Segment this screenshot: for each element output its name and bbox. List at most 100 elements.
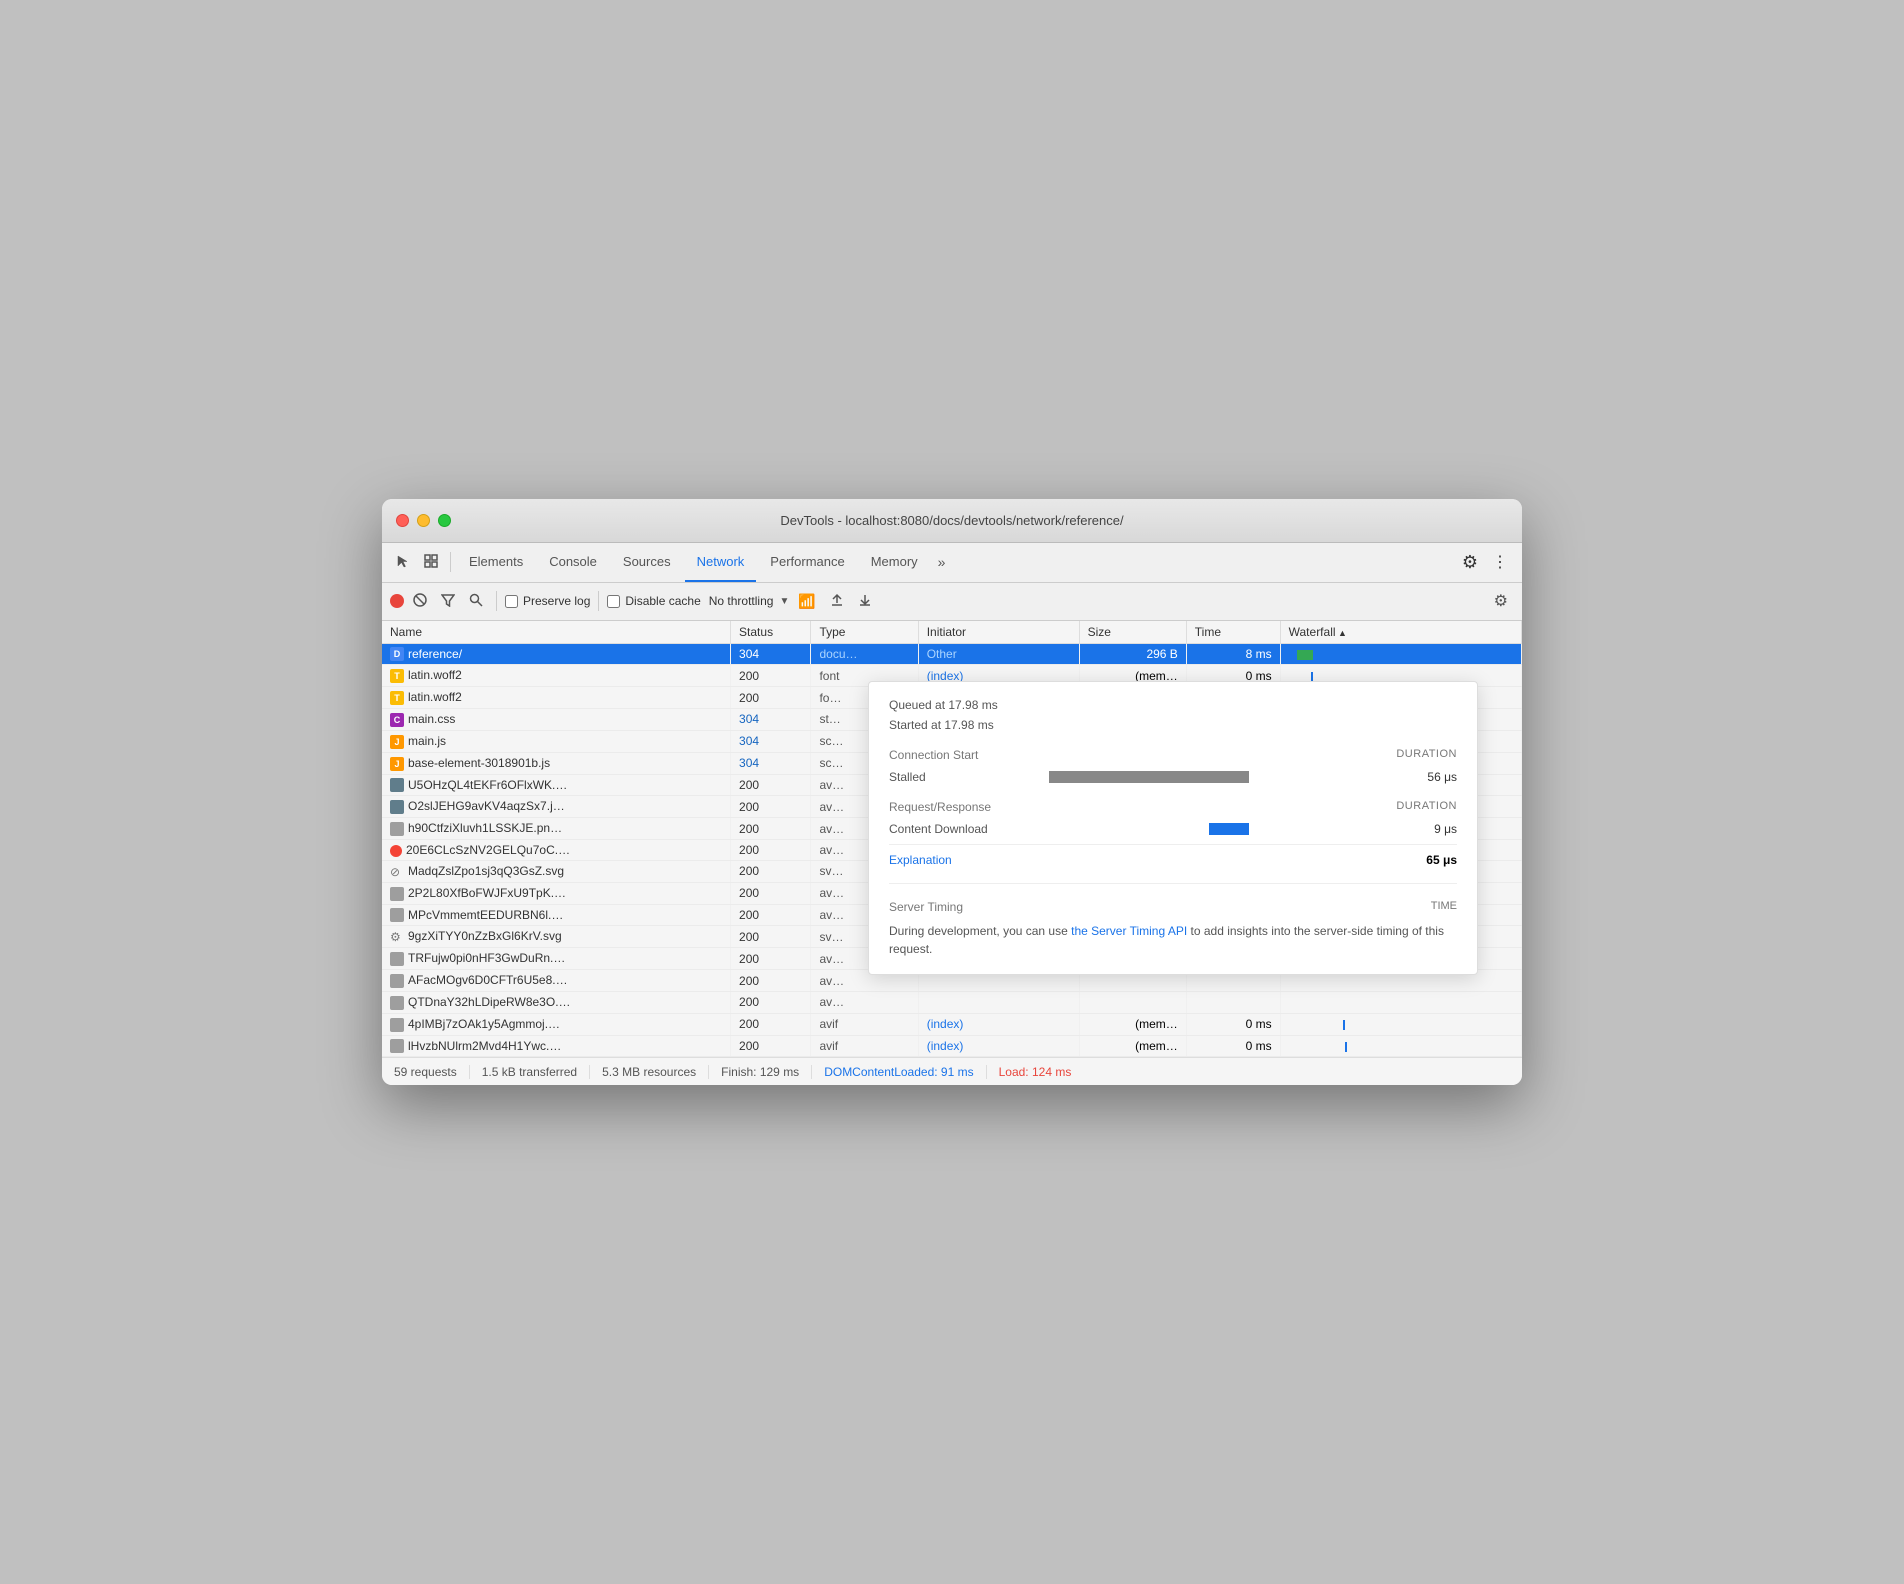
td-name: 2P2L80XfBoFWJFxU9TpK.… — [382, 882, 731, 904]
td-status: 200 — [731, 687, 811, 709]
tab-bar: Elements Console Sources Network Perform… — [382, 543, 1522, 583]
td-size: 296 B — [1079, 643, 1186, 665]
toolbar-separator — [450, 552, 451, 572]
connection-start-header: Connection Start DURATION — [889, 748, 1457, 762]
td-name: Jbase-element-3018901b.js — [382, 752, 731, 774]
filter-button[interactable] — [436, 590, 460, 613]
td-status: 304 — [731, 709, 811, 731]
more-tabs-button[interactable]: » — [932, 550, 952, 574]
file-name: base-element-3018901b.js — [408, 756, 550, 770]
td-status: 200 — [731, 882, 811, 904]
td-status: 200 — [731, 796, 811, 818]
td-name: h90CtfziXluvh1LSSKJE.pn… — [382, 818, 731, 840]
disable-cache-checkbox[interactable] — [607, 595, 620, 608]
cursor-icon[interactable] — [390, 550, 416, 575]
stalled-value: 56 μs — [1397, 770, 1457, 784]
initiator-link[interactable]: (index) — [927, 1017, 964, 1031]
content-download-bar-container — [1049, 823, 1397, 835]
wifi-icon[interactable]: 📶 — [793, 590, 820, 613]
td-name: Tlatin.woff2 — [382, 665, 731, 687]
file-name: latin.woff2 — [408, 690, 462, 704]
explanation-link[interactable]: Explanation — [889, 853, 952, 867]
request-response-duration-label: DURATION — [1396, 800, 1457, 814]
td-waterfall — [1280, 1035, 1521, 1057]
download-icon[interactable] — [853, 590, 877, 613]
col-header-size[interactable]: Size — [1079, 621, 1186, 644]
traffic-lights — [396, 514, 451, 527]
connection-start-title: Connection Start — [889, 748, 978, 762]
td-status: 200 — [731, 861, 811, 883]
col-header-type[interactable]: Type — [811, 621, 918, 644]
td-name: AFacMOgv6D0CFTr6U5e8.… — [382, 970, 731, 992]
td-type: av… — [811, 991, 918, 1013]
upload-icon[interactable] — [825, 590, 849, 613]
network-settings-icon[interactable]: ⚙ — [1488, 588, 1514, 614]
throttle-arrow[interactable]: ▼ — [779, 596, 789, 607]
transferred-size: 1.5 kB transferred — [482, 1065, 590, 1079]
tab-sources[interactable]: Sources — [611, 542, 683, 582]
col-header-status[interactable]: Status — [731, 621, 811, 644]
minimize-button[interactable] — [417, 514, 430, 527]
td-name: TRFujw0pi0nHF3GwDuRn.… — [382, 948, 731, 970]
stalled-bar-container — [1049, 771, 1397, 783]
file-name: MadqZslZpo1sj3qQ3GsZ.svg — [408, 864, 564, 878]
connection-duration-label: DURATION — [1396, 748, 1457, 762]
more-options-icon[interactable]: ⋮ — [1486, 548, 1514, 576]
resources-size: 5.3 MB resources — [602, 1065, 709, 1079]
col-header-time[interactable]: Time — [1186, 621, 1280, 644]
record-button[interactable] — [390, 594, 404, 608]
table-row[interactable]: lHvzbNUlrm2Mvd4H1Ywc.… 200 avif (index) … — [382, 1035, 1522, 1057]
td-size — [1079, 991, 1186, 1013]
td-name: Dreference/ — [382, 643, 731, 665]
col-header-waterfall[interactable]: Waterfall — [1280, 621, 1521, 644]
request-count: 59 requests — [394, 1065, 470, 1079]
throttle-selector[interactable]: No throttling — [709, 594, 774, 608]
file-name: 4pIMBj7zOAk1y5Agmmoj.… — [408, 1017, 560, 1031]
server-timing-api-link[interactable]: the Server Timing API — [1071, 924, 1187, 938]
col-header-initiator[interactable]: Initiator — [918, 621, 1079, 644]
td-type: avif — [811, 1035, 918, 1057]
table-row[interactable]: QTDnaY32hLDipeRW8e3O.… 200 av… — [382, 991, 1522, 1013]
content-download-label: Content Download — [889, 822, 1049, 836]
initiator-link[interactable]: (index) — [927, 1039, 964, 1053]
clear-button[interactable] — [408, 590, 432, 613]
inspect-icon[interactable] — [418, 550, 444, 575]
td-status: 200 — [731, 926, 811, 948]
file-name: main.css — [408, 712, 455, 726]
td-name: lHvzbNUlrm2Mvd4H1Ywc.… — [382, 1035, 731, 1057]
tab-network[interactable]: Network — [685, 542, 757, 582]
td-waterfall — [1280, 1013, 1521, 1035]
timing-popup: Queued at 17.98 ms Started at 17.98 ms C… — [868, 681, 1478, 975]
td-name: ⊘MadqZslZpo1sj3qQ3GsZ.svg — [382, 861, 731, 883]
file-name: lHvzbNUlrm2Mvd4H1Ywc.… — [408, 1039, 561, 1053]
td-status: 200 — [731, 774, 811, 796]
maximize-button[interactable] — [438, 514, 451, 527]
table-row[interactable]: Dreference/ 304 docu… Other 296 B 8 ms — [382, 643, 1522, 665]
td-size: (mem… — [1079, 1013, 1186, 1035]
tab-elements[interactable]: Elements — [457, 542, 535, 582]
col-header-name[interactable]: Name — [382, 621, 731, 644]
td-initiator: (index) — [918, 1035, 1079, 1057]
preserve-log-label[interactable]: Preserve log — [505, 594, 590, 608]
settings-icon[interactable]: ⚙ — [1456, 548, 1484, 577]
tab-console[interactable]: Console — [537, 542, 609, 582]
search-button[interactable] — [464, 590, 488, 613]
queued-label: Queued at 17.98 ms — [889, 698, 998, 712]
window-title: DevTools - localhost:8080/docs/devtools/… — [780, 513, 1123, 528]
td-status: 200 — [731, 970, 811, 992]
status-bar: 59 requests 1.5 kB transferred 5.3 MB re… — [382, 1057, 1522, 1085]
td-status: 200 — [731, 818, 811, 840]
tab-memory[interactable]: Memory — [859, 542, 930, 582]
td-waterfall — [1280, 643, 1521, 665]
stalled-row: Stalled 56 μs — [889, 770, 1457, 784]
table-row[interactable]: 4pIMBj7zOAk1y5Agmmoj.… 200 avif (index) … — [382, 1013, 1522, 1035]
td-name: U5OHzQL4tEKFr6OFlxWK.… — [382, 774, 731, 796]
disable-cache-label[interactable]: Disable cache — [607, 594, 700, 608]
load-time: Load: 124 ms — [999, 1065, 1084, 1079]
tab-performance[interactable]: Performance — [758, 542, 856, 582]
server-timing-title: Server Timing — [889, 900, 963, 914]
preserve-log-checkbox[interactable] — [505, 595, 518, 608]
popup-divider — [889, 883, 1457, 884]
close-button[interactable] — [396, 514, 409, 527]
file-name: 2P2L80XfBoFWJFxU9TpK.… — [408, 886, 566, 900]
